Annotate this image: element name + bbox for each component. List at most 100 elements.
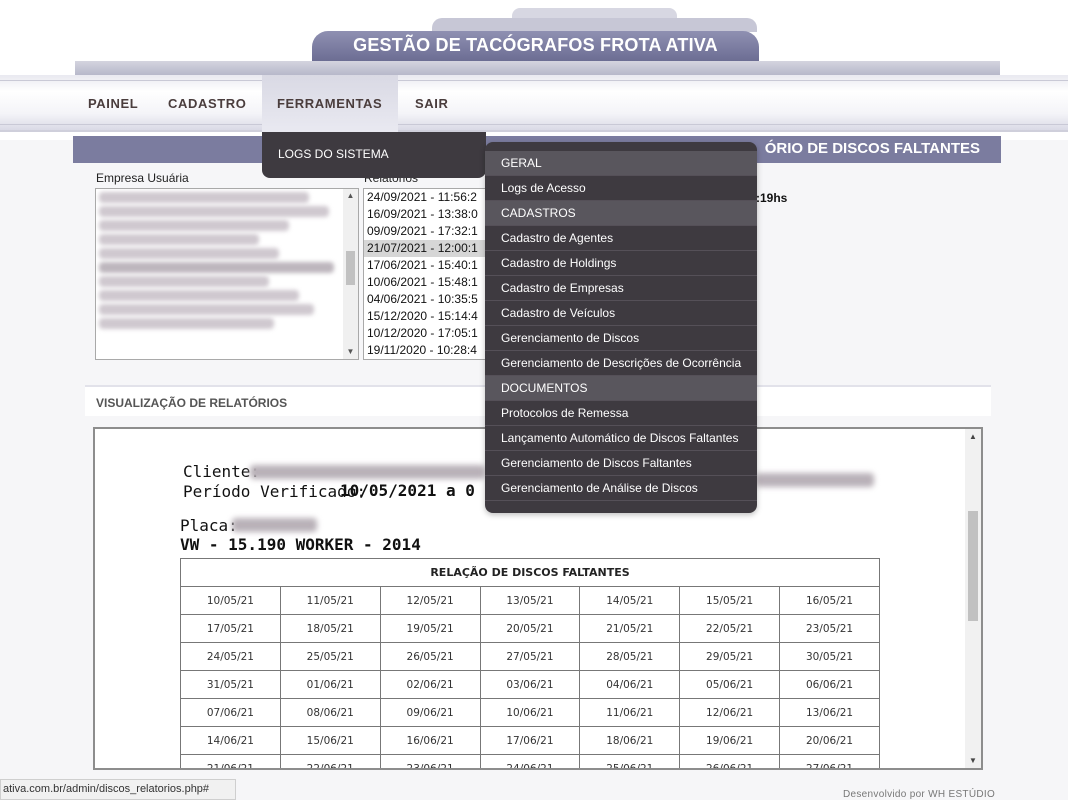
date-cell: 17/06/21 <box>479 726 581 755</box>
date-cell: 19/06/21 <box>679 726 781 755</box>
redacted-cliente <box>756 473 874 487</box>
placa-label: Placa: <box>180 516 238 535</box>
viewer-bottom-border <box>93 768 983 770</box>
scroll-thumb[interactable] <box>346 251 355 285</box>
date-cell: 28/05/21 <box>579 642 681 671</box>
relatorio-option[interactable]: 19/11/2020 - 10:28:4 <box>364 342 492 359</box>
menu-protocolos-remessa[interactable]: Protocolos de Remessa <box>485 401 757 426</box>
submenu-header-geral: GERAL <box>485 151 757 176</box>
date-cell: 06/06/21 <box>779 670 880 699</box>
redacted-option[interactable] <box>99 220 289 231</box>
empresa-listbox[interactable]: ▲ ▼ <box>95 188 359 360</box>
redacted-option[interactable] <box>99 318 274 329</box>
table-row: 31/05/21 01/06/21 02/06/21 03/06/21 04/06/21… <box>180 670 880 699</box>
scroll-up-icon[interactable]: ▲ <box>965 432 981 441</box>
date-cell: 05/06/21 <box>679 670 781 699</box>
date-cell: 26/05/21 <box>379 642 481 671</box>
nav-painel[interactable]: PAINEL <box>88 96 138 111</box>
nav-ferramentas[interactable]: FERRAMENTAS <box>277 96 382 111</box>
date-cell: 09/06/21 <box>379 698 481 727</box>
menu-logs-sistema[interactable]: LOGS DO SISTEMA <box>278 147 389 161</box>
date-cell: 20/05/21 <box>479 614 581 643</box>
relatorio-option[interactable]: 17/06/2021 - 15:40:1 <box>364 257 492 274</box>
menu-cadastro-agentes[interactable]: Cadastro de Agentes <box>485 226 757 251</box>
redacted-option[interactable] <box>99 290 299 301</box>
table-row: 17/05/21 18/05/21 19/05/21 20/05/21 21/05/21… <box>180 614 880 643</box>
redacted-option[interactable] <box>99 304 314 315</box>
viewer-scrollbar[interactable]: ▲ ▼ <box>965 429 981 768</box>
redacted-option[interactable] <box>99 192 309 203</box>
date-cell: 22/05/21 <box>679 614 781 643</box>
date-cell: 18/06/21 <box>579 726 681 755</box>
date-cell: 25/05/21 <box>279 642 381 671</box>
redacted-cliente <box>250 465 485 479</box>
relatorio-info-text: :19hs <box>756 191 788 205</box>
menu-line <box>0 124 1068 125</box>
redacted-option[interactable] <box>99 276 269 287</box>
date-cell: 17/05/21 <box>180 614 281 643</box>
menu-line <box>0 80 1068 81</box>
relatorio-option[interactable]: 16/09/2021 - 13:38:0 <box>364 206 492 223</box>
date-cell: 31/05/21 <box>180 670 281 699</box>
date-cell: 11/06/21 <box>579 698 681 727</box>
date-cell: 30/05/21 <box>779 642 880 671</box>
date-cell: 02/06/21 <box>379 670 481 699</box>
menu-gerenciamento-discos[interactable]: Gerenciamento de Discos <box>485 326 757 351</box>
date-cell: 19/05/21 <box>379 614 481 643</box>
redacted-option[interactable] <box>99 206 329 217</box>
redacted-option[interactable] <box>99 262 334 273</box>
menu-cadastro-empresas[interactable]: Cadastro de Empresas <box>485 276 757 301</box>
date-cell: 15/05/21 <box>679 586 781 615</box>
header-band <box>75 61 1000 75</box>
scroll-down-icon[interactable]: ▼ <box>343 345 358 359</box>
date-cell: 08/06/21 <box>279 698 381 727</box>
menu-gerenciamento-analise[interactable]: Gerenciamento de Análise de Discos <box>485 476 757 501</box>
date-cell: 10/06/21 <box>479 698 581 727</box>
scroll-down-icon[interactable]: ▼ <box>965 756 981 765</box>
menu-gerenciamento-faltantes[interactable]: Gerenciamento de Discos Faltantes <box>485 451 757 476</box>
relatorio-option[interactable]: 04/06/2021 - 10:35:5 <box>364 291 492 308</box>
date-cell: 11/05/21 <box>279 586 381 615</box>
date-cell: 23/05/21 <box>779 614 880 643</box>
relatorio-option-selected[interactable]: 21/07/2021 - 12:00:1 <box>364 240 492 257</box>
relatorio-option[interactable]: 10/12/2020 - 17:05:1 <box>364 325 492 342</box>
date-cell: 27/05/21 <box>479 642 581 671</box>
submenu-header-cadastros: CADASTROS <box>485 201 757 226</box>
header-decoration <box>432 18 757 32</box>
date-cell: 10/05/21 <box>180 586 281 615</box>
date-cell: 18/05/21 <box>279 614 381 643</box>
periodo-value: 10/05/2021 a 0 <box>340 481 475 500</box>
nav-sair[interactable]: SAIR <box>415 96 448 111</box>
date-cell: 12/05/21 <box>379 586 481 615</box>
table-body: 10/05/21 11/05/21 12/05/21 13/05/21 14/05/21… <box>180 586 880 783</box>
scroll-up-icon[interactable]: ▲ <box>343 189 358 203</box>
relatorio-option[interactable]: 24/09/2021 - 11:56:2 <box>364 189 492 206</box>
menu-cadastro-veiculos[interactable]: Cadastro de Veículos <box>485 301 757 326</box>
nav-cadastro[interactable]: CADASTRO <box>168 96 246 111</box>
date-cell: 24/05/21 <box>180 642 281 671</box>
date-cell: 12/06/21 <box>679 698 781 727</box>
periodo-label: Período Verificado: <box>183 482 367 501</box>
relatorio-option[interactable]: 09/09/2021 - 17:32:1 <box>364 223 492 240</box>
cliente-label: Cliente: <box>183 462 261 481</box>
empresa-scrollbar[interactable]: ▲ ▼ <box>343 189 358 359</box>
date-cell: 14/06/21 <box>180 726 281 755</box>
discos-faltantes-table: RELAÇÃO DE DISCOS FALTANTES 10/05/21 11/0… <box>180 558 880 783</box>
table-title: RELAÇÃO DE DISCOS FALTANTES <box>180 558 880 587</box>
relatorios-listbox[interactable]: 24/09/2021 - 11:56:2 16/09/2021 - 13:38:… <box>363 188 493 360</box>
menu-gerenciamento-descricoes[interactable]: Gerenciamento de Descrições de Ocorrênci… <box>485 351 757 376</box>
date-cell: 16/05/21 <box>779 586 880 615</box>
redacted-option[interactable] <box>99 248 279 259</box>
redacted-option[interactable] <box>99 234 259 245</box>
date-cell: 29/05/21 <box>679 642 781 671</box>
date-cell: 01/06/21 <box>279 670 381 699</box>
relatorio-option[interactable]: 15/12/2020 - 15:14:4 <box>364 308 492 325</box>
scroll-thumb[interactable] <box>968 511 978 621</box>
empresa-label: Empresa Usuária <box>96 171 189 185</box>
footer-credit: Desenvolvido por WH ESTÚDIO <box>843 789 996 800</box>
menu-lancamento-automatico[interactable]: Lançamento Automático de Discos Faltante… <box>485 426 757 451</box>
relatorio-option[interactable]: 10/06/2021 - 15:48:1 <box>364 274 492 291</box>
menu-cadastro-holdings[interactable]: Cadastro de Holdings <box>485 251 757 276</box>
menu-logs-acesso[interactable]: Logs de Acesso <box>485 176 757 201</box>
date-cell: 04/06/21 <box>579 670 681 699</box>
